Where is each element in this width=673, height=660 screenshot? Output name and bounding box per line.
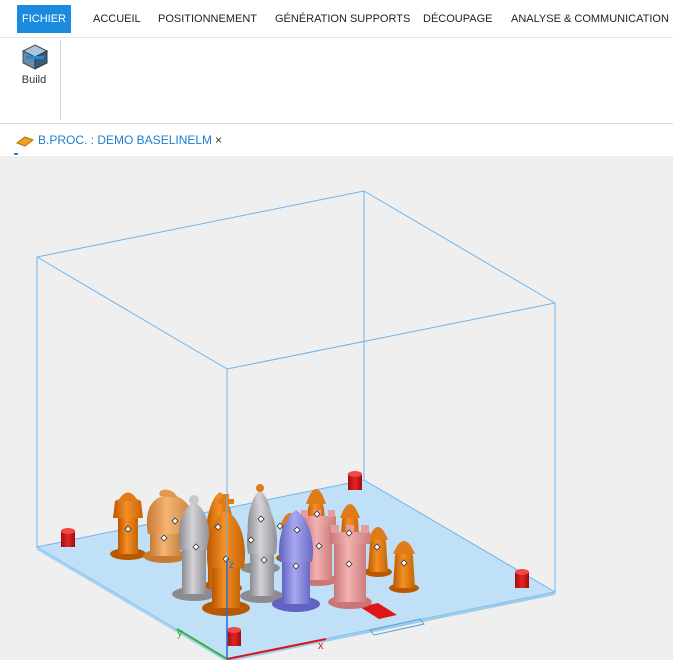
document-tab-bar: B.PROC. : DEMO BASELINELM × (0, 124, 673, 156)
rook-pink-front (328, 525, 372, 609)
axis-y-label: y (177, 627, 183, 639)
support-marker (348, 471, 362, 490)
menu-bar: FICHIER ACCUEIL POSITIONNEMENT GÉNÉRATIO… (0, 0, 673, 38)
3d-viewport[interactable]: y x z (0, 156, 673, 660)
close-icon[interactable]: × (215, 133, 222, 147)
tab-generation-supports[interactable]: GÉNÉRATION SUPPORTS (275, 7, 410, 32)
tab-decoupage[interactable]: DÉCOUPAGE (423, 7, 492, 32)
axis-x-label: x (318, 640, 324, 652)
tab-accueil[interactable]: ACCUEIL (93, 7, 141, 32)
axis-z-label: z (229, 560, 234, 571)
support-marker (61, 528, 75, 547)
build-button[interactable]: Build (14, 40, 61, 120)
document-tab[interactable]: B.PROC. : DEMO BASELINELM × (14, 131, 222, 155)
support-marker (227, 627, 241, 646)
part-icon (16, 136, 34, 147)
tab-positionnement[interactable]: POSITIONNEMENT (158, 7, 257, 32)
build-label: Build (21, 74, 47, 86)
ribbon: Build (0, 38, 673, 124)
support-marker (515, 569, 529, 588)
tab-fichier[interactable]: FICHIER (17, 5, 71, 33)
document-tab-title: B.PROC. : DEMO BASELINELM (38, 133, 213, 147)
build-volume-scene: y x z (35, 190, 557, 660)
tab-analyse-communication[interactable]: ANALYSE & COMMUNICATION (511, 7, 669, 32)
build-icon (21, 44, 49, 70)
